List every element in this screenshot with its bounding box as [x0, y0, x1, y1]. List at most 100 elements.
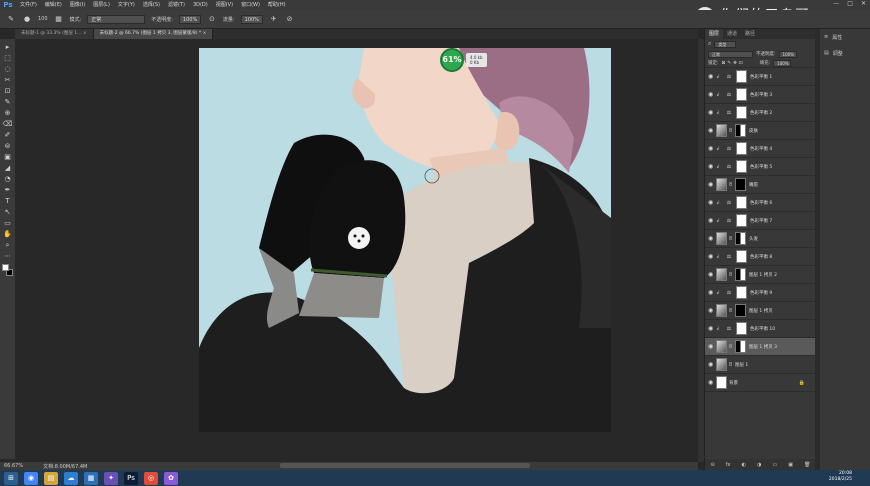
foreground-color-swatch[interactable]: [2, 264, 9, 271]
layer-mask-thumbnail[interactable]: [736, 322, 747, 335]
layer-row[interactable]: ◉ ↲ ⚖ 色彩平衡 6: [705, 194, 815, 212]
properties-panel-button[interactable]: ≡ 属性: [820, 29, 870, 45]
zoom-level[interactable]: 66.67%: [4, 463, 23, 469]
link-layers-icon[interactable]: ⊝: [711, 462, 715, 468]
layer-row[interactable]: ◉ 8 嘴唇: [705, 176, 815, 194]
close-button[interactable]: ✕: [861, 0, 866, 7]
tool-button[interactable]: ⊡: [2, 86, 13, 96]
layer-row[interactable]: ◉ 8 头发: [705, 230, 815, 248]
tool-button[interactable]: ✎: [2, 97, 13, 107]
tool-button[interactable]: ◔: [2, 174, 13, 184]
layer-mask-thumbnail[interactable]: [735, 268, 746, 281]
tool-button[interactable]: ▣: [2, 152, 13, 162]
layer-mask-thumbnail[interactable]: [736, 286, 747, 299]
layer-mask-thumbnail[interactable]: [735, 340, 746, 353]
menu-item[interactable]: 编辑(E): [41, 0, 66, 10]
visibility-eye-icon[interactable]: ◉: [708, 235, 716, 242]
layer-thumbnail[interactable]: [716, 178, 727, 191]
mode-select[interactable]: 正常: [87, 14, 146, 24]
start-button[interactable]: ⊞: [4, 471, 18, 485]
layer-row[interactable]: ◉ 8 皮肤: [705, 122, 815, 140]
brush-tool-icon[interactable]: ✎: [6, 14, 16, 24]
menu-item[interactable]: 图层(L): [89, 0, 114, 10]
layer-mask-thumbnail[interactable]: [736, 142, 747, 155]
layer-row[interactable]: ◉ 8 图层 1 拷贝 3: [705, 338, 815, 356]
new-group-icon[interactable]: ▭: [772, 462, 777, 468]
layer-mask-thumbnail[interactable]: [735, 304, 746, 317]
tool-button[interactable]: T: [2, 196, 13, 206]
menu-item[interactable]: 滤镜(T): [164, 0, 189, 10]
layer-mask-thumbnail[interactable]: [736, 160, 747, 173]
layer-thumbnail[interactable]: [716, 340, 727, 353]
layer-row[interactable]: ◉ ↲ ⚖ 色彩平衡 5: [705, 158, 815, 176]
horizontal-scrollbar[interactable]: [280, 463, 530, 468]
menu-item[interactable]: 3D(D): [189, 0, 212, 10]
tool-button[interactable]: ▸: [2, 42, 13, 52]
netease-icon[interactable]: ◎: [144, 471, 158, 485]
layer-mask-thumbnail[interactable]: [736, 250, 747, 263]
visibility-eye-icon[interactable]: ◉: [708, 253, 716, 260]
layer-thumbnail[interactable]: [716, 268, 727, 281]
layer-mask-thumbnail[interactable]: [736, 70, 747, 83]
visibility-eye-icon[interactable]: ◉: [708, 145, 716, 152]
layer-mask-thumbnail[interactable]: [735, 124, 746, 137]
tool-button[interactable]: ⬚: [2, 53, 13, 63]
app-icon-2[interactable]: ✦: [104, 471, 118, 485]
visibility-eye-icon[interactable]: ◉: [708, 325, 716, 332]
visibility-eye-icon[interactable]: ◉: [708, 127, 716, 134]
visibility-eye-icon[interactable]: ◉: [708, 379, 716, 386]
tab-close-icon[interactable]: ×: [83, 31, 87, 36]
tool-button[interactable]: ✋: [2, 229, 13, 239]
visibility-eye-icon[interactable]: ◉: [708, 199, 716, 206]
layer-thumbnail[interactable]: [716, 232, 727, 245]
brush-preset-icon[interactable]: ●: [22, 14, 32, 24]
pressure-opacity-icon[interactable]: ⊙: [207, 14, 217, 24]
photos-icon[interactable]: ✿: [164, 471, 178, 485]
layer-thumbnail[interactable]: [716, 304, 727, 317]
visibility-eye-icon[interactable]: ◉: [708, 91, 716, 98]
color-swatches[interactable]: [2, 264, 13, 278]
tab-channels[interactable]: 通道: [723, 29, 741, 39]
tab-document-1[interactable]: 未标题-1 @ 33.3% (图层 1... ×: [15, 29, 94, 39]
opacity-input[interactable]: 100%: [178, 14, 201, 24]
delete-layer-icon[interactable]: 🗑: [804, 462, 810, 468]
layer-thumbnail[interactable]: [716, 358, 727, 371]
new-layer-icon[interactable]: ▣: [788, 462, 793, 468]
menu-item[interactable]: 视图(V): [212, 0, 237, 10]
add-style-icon[interactable]: fx: [726, 462, 731, 468]
airbrush-icon[interactable]: ✈: [269, 14, 279, 24]
tab-paths[interactable]: 路径: [741, 29, 759, 39]
layer-row[interactable]: ◉ ↲ ⚖ 色彩平衡 9: [705, 284, 815, 302]
app-icon[interactable]: ▦: [84, 471, 98, 485]
visibility-eye-icon[interactable]: ◉: [708, 361, 716, 368]
tool-button[interactable]: ✒: [2, 185, 13, 195]
tab-layers[interactable]: 图层: [705, 29, 724, 39]
layer-row[interactable]: ◉ ↲ ⚖ 色彩平衡 8: [705, 248, 815, 266]
tool-button[interactable]: ⋯: [2, 251, 13, 261]
visibility-eye-icon[interactable]: ◉: [708, 343, 716, 350]
canvas-image[interactable]: [199, 48, 611, 432]
menu-item[interactable]: 文件(F): [16, 0, 41, 10]
layer-mask-thumbnail[interactable]: [736, 88, 747, 101]
brush-panel-icon[interactable]: ▦: [54, 14, 64, 24]
chrome-icon[interactable]: ◉: [24, 471, 38, 485]
layer-row[interactable]: ◉ ↲ ⚖ 色彩平衡 10: [705, 320, 815, 338]
tool-button[interactable]: ▭: [2, 218, 13, 228]
menu-item[interactable]: 文字(Y): [114, 0, 139, 10]
tool-button[interactable]: ⊜: [2, 141, 13, 151]
add-mask-icon[interactable]: ◐: [742, 462, 746, 468]
system-clock[interactable]: 20:08 2018/2/25: [829, 471, 852, 483]
visibility-eye-icon[interactable]: ◉: [708, 289, 716, 296]
adjustments-panel-button[interactable]: ▤ 调整: [820, 45, 870, 61]
tab-close-icon[interactable]: ×: [203, 31, 207, 36]
menu-item[interactable]: 帮助(H): [264, 0, 290, 10]
visibility-eye-icon[interactable]: ◉: [708, 271, 716, 278]
layer-row[interactable]: ◉ ↲ ⚖ 色彩平衡 7: [705, 212, 815, 230]
layer-row[interactable]: ◉ ↲ ⚖ 色彩平衡 4: [705, 140, 815, 158]
tool-button[interactable]: ⊕: [2, 108, 13, 118]
tool-button[interactable]: ✂: [2, 75, 13, 85]
fill-input[interactable]: 100%: [773, 59, 792, 67]
tool-button[interactable]: ⌕: [2, 240, 13, 250]
pressure-size-icon[interactable]: ⊘: [285, 14, 295, 24]
layer-thumbnail[interactable]: [716, 376, 727, 389]
